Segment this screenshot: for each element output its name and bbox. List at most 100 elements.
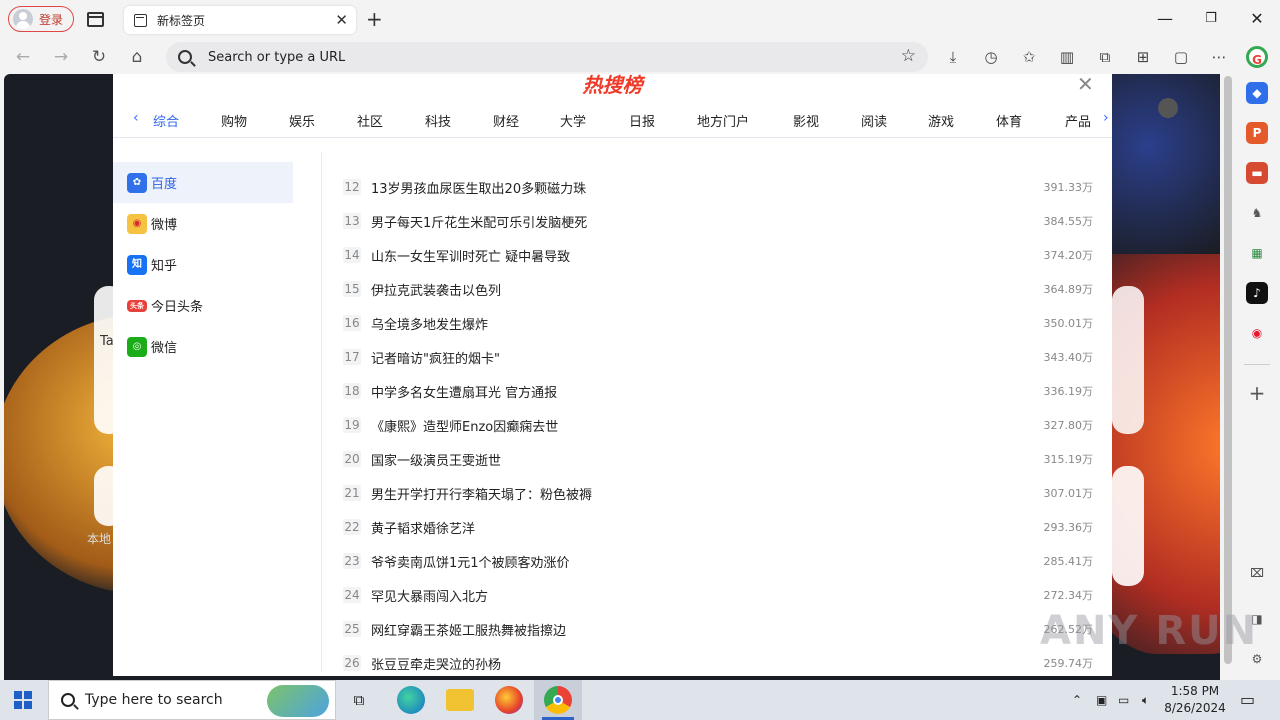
favorite-star-icon[interactable]: ☆ <box>901 46 916 66</box>
hot-title[interactable]: 张豆豆牵走哭泣的孙杨 <box>371 654 501 673</box>
hot-title[interactable]: 黄子韬求婚徐艺洋 <box>371 518 475 537</box>
tab-category[interactable]: 地方门户 <box>697 111 749 130</box>
profile-button[interactable]: 登录 <box>8 6 74 32</box>
hot-list-item[interactable]: 17 记者暗访"疯狂的烟卡" 343.40万 <box>343 340 1093 374</box>
chevron-right-icon[interactable]: › <box>1103 110 1109 126</box>
hot-list-item[interactable]: 22 黄子韬求婚徐艺洋 293.36万 <box>343 510 1093 544</box>
tab-category[interactable]: 日报 <box>629 111 655 130</box>
home-icon[interactable]: ⌂ <box>124 44 150 70</box>
network-icon[interactable]: ▭ <box>1118 680 1129 720</box>
hot-list-item[interactable]: 16 乌全境多地发生爆炸 350.01万 <box>343 306 1093 340</box>
toolbox-icon[interactable]: ▬ <box>1246 162 1268 184</box>
hot-title[interactable]: 男子每天1斤花生米配可乐引发脑梗死 <box>371 212 587 231</box>
hot-title[interactable]: 爷爷卖南瓜饼1元1个被顾客劝涨价 <box>371 552 570 571</box>
chrome-taskbar-button[interactable] <box>534 680 582 720</box>
powerpoint-icon[interactable]: P <box>1246 122 1268 144</box>
minimize-button[interactable]: — <box>1150 8 1180 30</box>
tab-category[interactable]: 购物 <box>221 111 247 130</box>
hot-list-item[interactable]: 12 13岁男孩血尿医生取出20多颗磁力珠 391.33万 <box>343 170 1093 204</box>
hot-list-item[interactable]: 23 爷爷卖南瓜饼1元1个被顾客劝涨价 285.41万 <box>343 544 1093 578</box>
hot-list-item[interactable]: 19 《康熙》造型师Enzo因癫痫去世 327.80万 <box>343 408 1093 442</box>
forward-icon[interactable]: → <box>48 44 74 70</box>
tab-category[interactable]: 大学 <box>560 111 586 130</box>
hot-list-item[interactable]: 26 张豆豆牵走哭泣的孙杨 259.74万 <box>343 646 1093 680</box>
edge-icon[interactable] <box>397 686 425 714</box>
apps-icon[interactable]: ⊞ <box>1132 46 1154 68</box>
file-explorer-icon[interactable] <box>446 689 474 711</box>
tab-category[interactable]: 娱乐 <box>289 111 315 130</box>
office-icon[interactable]: ▦ <box>1246 242 1268 264</box>
page-scrollbar[interactable] <box>1222 74 1234 680</box>
hot-list-item[interactable]: 21 男生开学打开行李箱天塌了：粉色被褥 307.01万 <box>343 476 1093 510</box>
tab-category[interactable]: 体育 <box>996 111 1022 130</box>
more-menu-icon[interactable]: ⋯ <box>1208 46 1230 68</box>
battery-icon[interactable]: ▣ <box>1096 680 1107 720</box>
tab-category[interactable]: 阅读 <box>861 111 887 130</box>
hot-list-item[interactable]: 13 男子每天1斤花生米配可乐引发脑梗死 384.55万 <box>343 204 1093 238</box>
task-view-icon[interactable]: ⧉ <box>348 689 370 711</box>
hot-title[interactable]: 中学多名女生遭扇耳光 官方通报 <box>371 382 557 401</box>
hot-list-item[interactable]: 25 网红穿霸王茶姬工服热舞被指擦边 262.52万 <box>343 612 1093 646</box>
screenshot-icon[interactable]: ⌧ <box>1246 562 1268 584</box>
tiktok-icon[interactable]: ♪ <box>1246 282 1268 304</box>
tab-category[interactable]: 游戏 <box>928 111 954 130</box>
tab-category[interactable]: 影视 <box>793 111 819 130</box>
downloads-icon[interactable]: ⤓ <box>942 46 964 68</box>
address-bar[interactable]: Search or type a URL ☆ <box>166 42 928 72</box>
background-weather-icon[interactable] <box>1158 98 1178 118</box>
close-window-button[interactable]: ✕ <box>1242 8 1272 30</box>
hot-list-item[interactable]: 24 罕见大暴雨闯入北方 272.34万 <box>343 578 1093 612</box>
tab-category[interactable]: 综合 <box>153 111 179 130</box>
hot-title[interactable]: 记者暗访"疯狂的烟卡" <box>371 348 500 367</box>
hot-list-item[interactable]: 14 山东一女生军训时死亡 疑中暑导致 374.20万 <box>343 238 1093 272</box>
add-icon[interactable]: + <box>1246 382 1268 404</box>
favorites-icon[interactable]: ✩ <box>1018 46 1040 68</box>
weibo-sidebar-icon[interactable]: ◉ <box>1246 322 1268 344</box>
new-tab-button[interactable]: + <box>366 8 383 30</box>
hot-list-item[interactable]: 18 中学多名女生遭扇耳光 官方通报 336.19万 <box>343 374 1093 408</box>
source-item-toutiao[interactable]: 头条 今日头条 <box>113 285 293 326</box>
source-item-wechat[interactable]: ◎ 微信 <box>113 326 293 367</box>
chess-icon[interactable]: ♞ <box>1246 202 1268 224</box>
hot-title[interactable]: 13岁男孩血尿医生取出20多颗磁力珠 <box>371 178 586 197</box>
scrollbar-thumb[interactable] <box>1224 76 1232 664</box>
hot-title[interactable]: 国家一级演员王雯逝世 <box>371 450 501 469</box>
source-item-baidu[interactable]: ✿ 百度 <box>113 162 293 203</box>
history-icon[interactable]: ◷ <box>980 46 1002 68</box>
hot-list-item[interactable]: 15 伊拉克武装袭击以色列 364.89万 <box>343 272 1093 306</box>
taskbar-clock[interactable]: 1:58 PM 8/26/2024 <box>1160 683 1230 717</box>
tab-category[interactable]: 产品 <box>1065 111 1091 130</box>
modal-close-icon[interactable]: ✕ <box>1077 74 1094 94</box>
back-icon[interactable]: ← <box>10 44 36 70</box>
tab-close-icon[interactable]: ✕ <box>335 11 348 29</box>
taskbar-search-box[interactable]: Type here to search <box>48 680 336 720</box>
tab-new-tab[interactable]: 新标签页 ✕ <box>124 6 356 34</box>
hot-title[interactable]: 男生开学打开行李箱天塌了：粉色被褥 <box>371 484 592 503</box>
hot-title[interactable]: 乌全境多地发生爆炸 <box>371 314 488 333</box>
maximize-button[interactable]: ❐ <box>1196 8 1226 30</box>
firefox-icon[interactable] <box>495 686 523 714</box>
tab-actions-icon[interactable] <box>87 12 104 27</box>
source-item-weibo[interactable]: ◉ 微博 <box>113 203 293 244</box>
hot-title[interactable]: 罕见大暴雨闯入北方 <box>371 586 488 605</box>
notifications-icon[interactable]: ▭ <box>1240 680 1255 720</box>
hot-title[interactable]: 《康熙》造型师Enzo因癫痫去世 <box>371 416 558 435</box>
volume-icon[interactable]: 🔈︎ <box>1142 680 1149 720</box>
collections-icon[interactable]: ⧉ <box>1094 46 1116 68</box>
google-icon[interactable]: G <box>1246 46 1268 68</box>
hot-title[interactable]: 伊拉克武装袭击以色列 <box>371 280 501 299</box>
hot-list-item[interactable]: 20 国家一级演员王雯逝世 315.19万 <box>343 442 1093 476</box>
hot-title[interactable]: 网红穿霸王茶姬工服热舞被指擦边 <box>371 620 566 639</box>
tray-chevron-icon[interactable]: ⌃ <box>1072 680 1082 720</box>
source-item-zhihu[interactable]: 知 知乎 <box>113 244 293 285</box>
reading-view-icon[interactable]: ▥ <box>1056 46 1078 68</box>
feedback-icon[interactable]: ▢ <box>1170 46 1192 68</box>
tab-category[interactable]: 财经 <box>493 111 519 130</box>
tab-category[interactable]: 科技 <box>425 111 451 130</box>
tag-icon[interactable]: ◆ <box>1246 82 1268 104</box>
refresh-icon[interactable]: ↻ <box>86 44 112 70</box>
chevron-left-icon[interactable]: ‹ <box>133 110 139 126</box>
hot-title[interactable]: 山东一女生军训时死亡 疑中暑导致 <box>371 246 570 265</box>
tab-category[interactable]: 社区 <box>357 111 383 130</box>
windows-start-icon[interactable] <box>14 691 32 709</box>
